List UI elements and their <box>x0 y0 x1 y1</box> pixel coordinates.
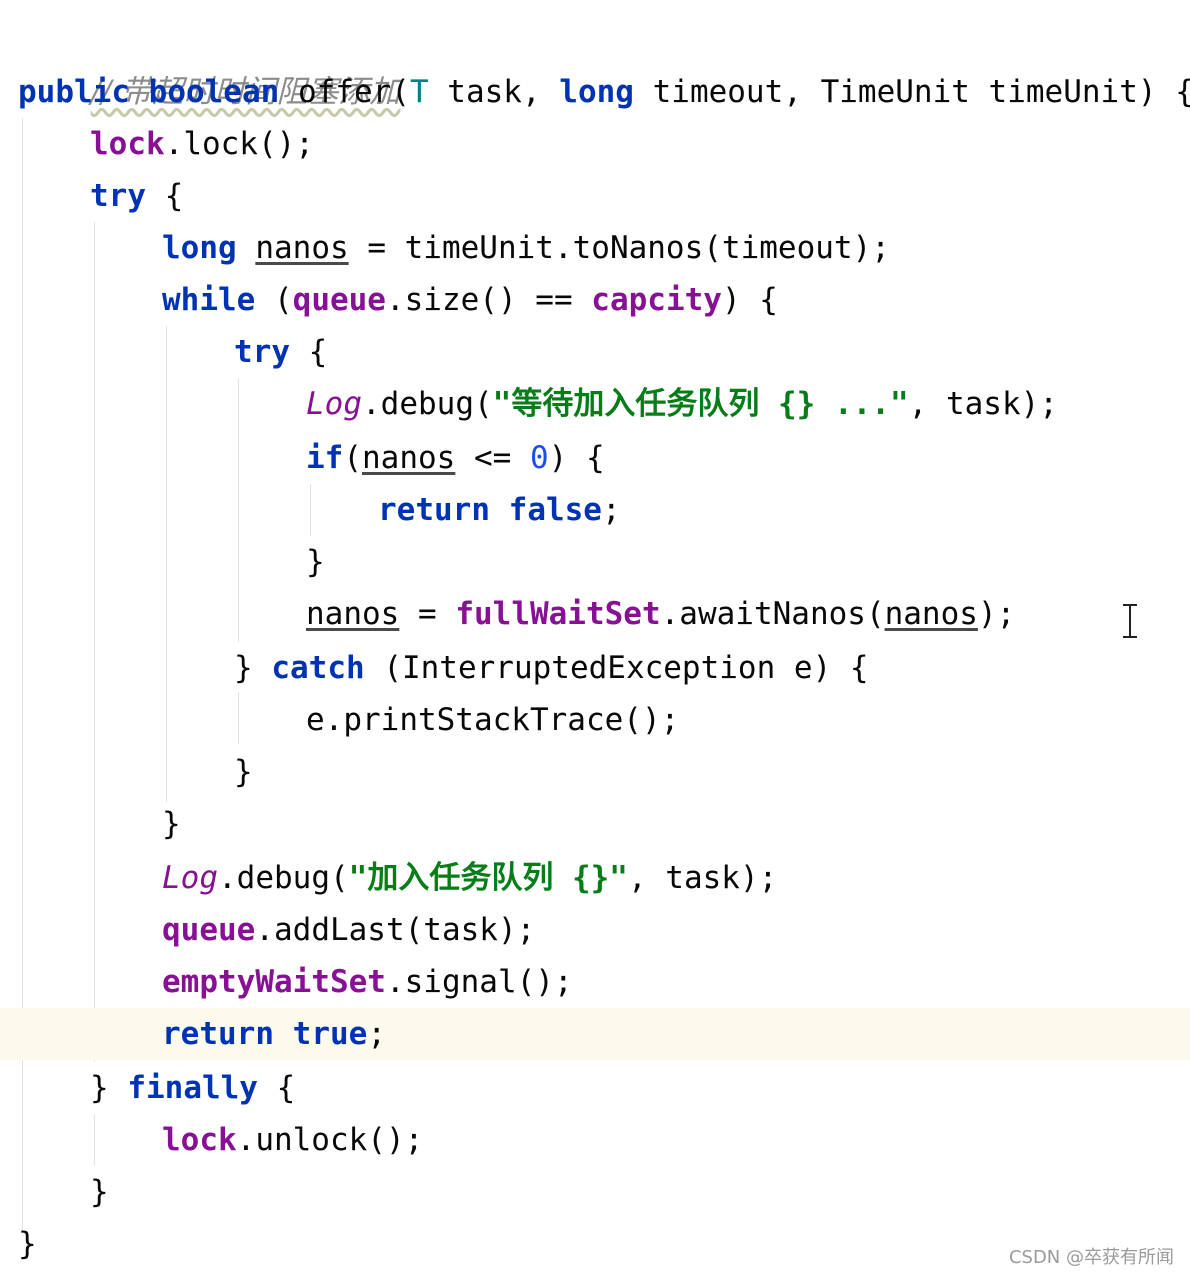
code-line-while[interactable]: while (queue.size() == capcity) { <box>0 274 1190 326</box>
keyword: return <box>378 492 490 528</box>
code-line-await[interactable]: nanos = fullWaitSet.awaitNanos(nanos); <box>0 588 1190 640</box>
code-line-brace[interactable]: } <box>0 798 1190 850</box>
code-line-unlock[interactable]: lock.unlock(); <box>0 1114 1190 1166</box>
code-line-if[interactable]: if(nanos <= 0) { <box>0 432 1190 484</box>
string-literal: "加入任务队列 {}" <box>348 860 628 896</box>
code-text: .signal(); <box>385 964 573 1000</box>
code-text: ) { <box>721 282 778 318</box>
code-line-brace[interactable]: } <box>0 536 1190 588</box>
keyword: public <box>18 74 130 110</box>
code-line-catch[interactable]: } catch (InterruptedException e) { <box>0 642 1190 694</box>
code-text: } <box>18 1226 37 1262</box>
code-line-try[interactable]: try { <box>0 170 1190 222</box>
method-name: offer( <box>297 74 410 110</box>
code-text: .debug( <box>218 860 349 896</box>
watermark: CSDN @卒获有所闻 <box>1008 1247 1174 1268</box>
code-text: task, <box>428 74 560 110</box>
code-text: , task); <box>627 860 778 896</box>
keyword: catch <box>271 650 365 686</box>
code-line-log-wait[interactable]: Log.debug("等待加入任务队列 {} ...", task); <box>0 378 1190 430</box>
code-text: } <box>306 544 325 580</box>
code-line-return-false[interactable]: return false; <box>0 484 1190 536</box>
code-text: ; <box>601 492 621 528</box>
field-ref: queue <box>162 912 256 948</box>
code-text: = <box>399 596 456 632</box>
variable: nanos <box>362 440 456 476</box>
text-cursor-icon <box>1122 604 1138 638</box>
code-text: .addLast(task); <box>255 912 536 948</box>
keyword: while <box>162 282 256 318</box>
keyword: false <box>508 492 602 528</box>
keyword: boolean <box>148 74 280 110</box>
code-line-nanos[interactable]: long nanos = timeUnit.toNanos(timeout); <box>0 222 1190 274</box>
keyword: true <box>292 1016 368 1052</box>
code-line-finally[interactable]: } finally { <box>0 1062 1190 1114</box>
code-line-lock[interactable]: lock.lock(); <box>0 118 1190 170</box>
code-text: } <box>234 650 272 686</box>
keyword: return <box>162 1016 274 1052</box>
log-field: Log <box>162 860 218 896</box>
string-literal: "等待加入任务队列 {} ..." <box>492 386 909 422</box>
code-text: .lock(); <box>164 126 314 162</box>
variable: nanos <box>306 596 400 632</box>
code-text: .size() == <box>385 282 592 318</box>
keyword: long <box>162 230 237 266</box>
code-text: ( <box>255 282 293 318</box>
code-line-print[interactable]: e.printStackTrace(); <box>0 694 1190 746</box>
code-text: } <box>234 754 253 790</box>
code-line-brace[interactable]: } <box>0 1166 1190 1218</box>
code-text: timeout, TimeUnit timeUnit) { <box>633 74 1190 110</box>
keyword: try <box>234 334 290 370</box>
code-text: ( <box>343 440 362 476</box>
code-text: .awaitNanos( <box>660 596 885 632</box>
code-text: (InterruptedException e) { <box>364 650 869 686</box>
code-text: <= <box>455 440 530 476</box>
code-text: } <box>162 806 181 842</box>
code-text: { <box>257 1070 296 1106</box>
code-text: .debug( <box>362 386 493 422</box>
code-text: { <box>290 334 328 370</box>
field-ref: lock <box>162 1122 237 1158</box>
code-editor[interactable]: // 带超时时间阻塞添加 public boolean offer(T task… <box>0 0 1190 1277</box>
code-text: ) { <box>548 440 605 476</box>
variable: nanos <box>884 596 978 632</box>
keyword: if <box>306 440 344 476</box>
code-text: ; <box>367 1016 386 1052</box>
code-line-try-inner[interactable]: try { <box>0 326 1190 378</box>
code-text: ); <box>977 596 1016 632</box>
keyword: finally <box>127 1070 258 1106</box>
code-text: , task); <box>908 386 1058 422</box>
field-ref: capcity <box>591 282 722 318</box>
field-ref: lock <box>90 126 165 162</box>
code-line-log-add[interactable]: Log.debug("加入任务队列 {}", task); <box>0 852 1190 904</box>
code-text: .unlock(); <box>236 1122 424 1158</box>
code-line-comment[interactable]: // 带超时时间阻塞添加 <box>0 14 1190 110</box>
field-ref: fullWaitSet <box>455 596 661 632</box>
code-line-signature[interactable]: public boolean offer(T task, long timeou… <box>0 66 1190 118</box>
variable: nanos <box>255 230 349 266</box>
code-text: { <box>146 178 184 214</box>
field-ref: queue <box>292 282 386 318</box>
code-text: } <box>90 1070 128 1106</box>
code-line-addlast[interactable]: queue.addLast(task); <box>0 904 1190 956</box>
field-ref: emptyWaitSet <box>162 964 386 1000</box>
keyword: long <box>559 74 634 110</box>
code-line-signal[interactable]: emptyWaitSet.signal(); <box>0 956 1190 1008</box>
number-literal: 0 <box>529 440 549 476</box>
code-line-brace[interactable]: } <box>0 746 1190 798</box>
type-param: T <box>409 74 429 110</box>
code-text: e.printStackTrace(); <box>306 702 680 738</box>
log-field: Log <box>306 386 362 422</box>
code-line-return-true[interactable]: return true; <box>0 1008 1190 1060</box>
keyword: try <box>90 178 146 214</box>
code-text: } <box>90 1174 109 1210</box>
code-text: = timeUnit.toNanos(timeout); <box>348 230 890 266</box>
